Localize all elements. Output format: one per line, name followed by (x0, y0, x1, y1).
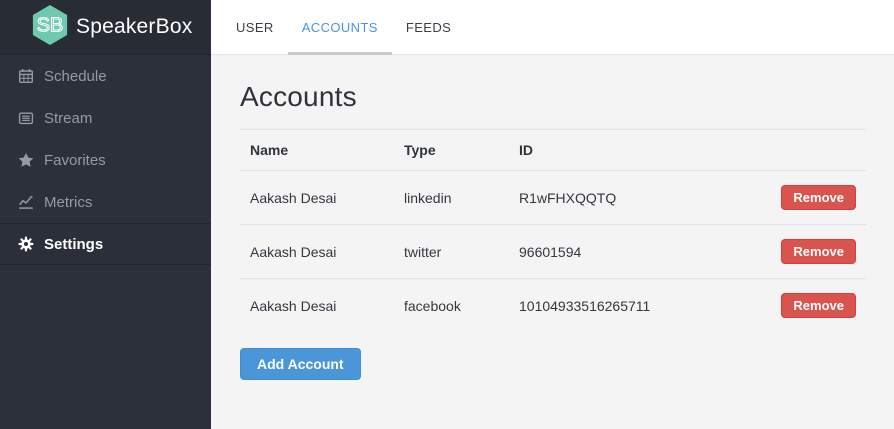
app-window: SB SpeakerBox Schedul (0, 0, 894, 429)
tab-accounts[interactable]: ACCOUNTS (288, 0, 392, 54)
stream-icon (17, 110, 35, 126)
tab-user[interactable]: USER (222, 0, 288, 54)
star-icon (17, 152, 35, 168)
page-title: Accounts (240, 81, 866, 113)
speakerbox-logo-icon: SB (31, 4, 69, 51)
sidebar-item-schedule[interactable]: Schedule (0, 55, 211, 97)
column-header-actions (771, 130, 866, 171)
column-header-id: ID (509, 130, 771, 171)
gear-icon (17, 236, 35, 252)
tab-bar: USER ACCOUNTS FEEDS (211, 0, 894, 55)
remove-button[interactable]: Remove (781, 185, 856, 210)
account-type: twitter (394, 225, 509, 279)
account-id: R1wFHXQQTQ (509, 171, 771, 225)
remove-button[interactable]: Remove (781, 239, 856, 264)
table-header-row: Name Type ID (240, 130, 866, 171)
sidebar-nav: Schedule Stream (0, 55, 211, 265)
sidebar-item-label: Stream (44, 110, 92, 127)
table-row: Aakash Desai linkedin R1wFHXQQTQ Remove (240, 171, 866, 225)
sidebar-item-label: Metrics (44, 194, 92, 211)
sidebar-item-stream[interactable]: Stream (0, 97, 211, 139)
account-id: 96601594 (509, 225, 771, 279)
svg-text:SB: SB (37, 14, 64, 36)
sidebar-item-settings[interactable]: Settings (0, 223, 211, 265)
account-name: Aakash Desai (240, 171, 394, 225)
account-id: 10104933516265711 (509, 279, 771, 333)
add-account-button[interactable]: Add Account (240, 348, 361, 380)
sidebar: SB SpeakerBox Schedul (0, 0, 211, 429)
account-type: facebook (394, 279, 509, 333)
tab-feeds[interactable]: FEEDS (392, 0, 465, 54)
brand[interactable]: SB SpeakerBox (0, 0, 211, 55)
sidebar-item-label: Schedule (44, 68, 107, 85)
remove-button[interactable]: Remove (781, 293, 856, 318)
account-type: linkedin (394, 171, 509, 225)
calendar-icon (17, 68, 35, 84)
column-header-name: Name (240, 130, 394, 171)
main-area: USER ACCOUNTS FEEDS Accounts Name Type I… (211, 0, 894, 429)
account-name: Aakash Desai (240, 279, 394, 333)
table-row: Aakash Desai facebook 10104933516265711 … (240, 279, 866, 333)
sidebar-item-label: Settings (44, 236, 103, 253)
sidebar-item-favorites[interactable]: Favorites (0, 139, 211, 181)
sidebar-item-metrics[interactable]: Metrics (0, 181, 211, 223)
table-row: Aakash Desai twitter 96601594 Remove (240, 225, 866, 279)
sidebar-item-label: Favorites (44, 152, 106, 169)
brand-name: SpeakerBox (76, 15, 192, 39)
accounts-table: Name Type ID Aakash Desai linkedin R1wFH… (240, 129, 866, 332)
column-header-type: Type (394, 130, 509, 171)
content-area: Accounts Name Type ID Aakash Desai linke… (211, 55, 894, 429)
account-name: Aakash Desai (240, 225, 394, 279)
metrics-icon (17, 194, 35, 210)
